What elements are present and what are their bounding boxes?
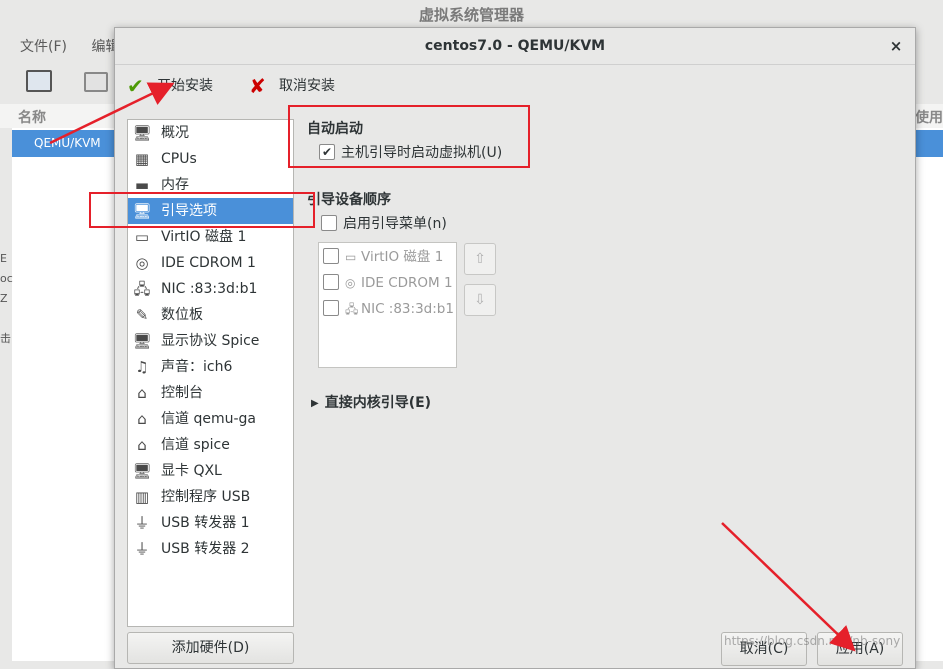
sound-icon: ♫	[135, 358, 149, 376]
network-icon: 🖧	[133, 280, 151, 298]
boot-order-title: 引导设备顺序	[307, 192, 391, 208]
enable-boot-menu-row[interactable]: 启用引导菜单(n)	[321, 213, 447, 235]
background-menubar: 文件(F) 编辑	[0, 36, 119, 58]
expander-arrow-icon: ▶	[311, 397, 319, 409]
left-fragment: oc	[0, 272, 13, 285]
column-usage[interactable]: 使用	[915, 107, 943, 127]
sidebar-item-label: 信道 spice	[161, 437, 230, 453]
boot-device-item[interactable]: 🖧 NIC :83:3d:b1	[323, 297, 454, 321]
channel-icon: ⌂	[137, 436, 147, 454]
close-icon[interactable]: ×	[885, 28, 907, 64]
cdrom-icon: ◎	[135, 254, 149, 272]
sidebar-item-label: 声音：ich6	[161, 359, 233, 375]
enable-boot-menu-checkbox[interactable]	[321, 215, 337, 231]
boot-device-icon: ▭	[345, 250, 357, 264]
add-hardware-button[interactable]: 添加硬件(D)	[127, 632, 294, 664]
background-window-title: 虚拟系统管理器	[0, 0, 943, 30]
enable-boot-menu-label: 启用引导菜单(n)	[343, 216, 447, 232]
sidebar-item[interactable]: ▥ 控制程序 USB	[128, 484, 293, 510]
checkmark-icon: ✔	[127, 74, 144, 98]
boot-device-item[interactable]: ◎ IDE CDROM 1	[323, 271, 453, 295]
sidebar-item-label: IDE CDROM 1	[161, 255, 256, 271]
usb-icon: ⏚	[134, 540, 150, 558]
sidebar-item-label: 信道 qemu-ga	[161, 411, 256, 427]
sidebar-item[interactable]: ⌂ 信道 qemu-ga	[128, 406, 293, 432]
cancel-install-label: 取消安装	[279, 78, 335, 94]
boot-device-label: NIC :83:3d:b1	[361, 301, 454, 317]
begin-install-button[interactable]: ✔ 开始安装	[127, 72, 213, 100]
boot-device-list: ▭ VirtIO 磁盘 1 ◎ IDE CDROM 1 🖧 NIC :83:3d:b1	[318, 242, 457, 368]
sidebar-item-label: 数位板	[161, 307, 203, 323]
cancel-install-button[interactable]: ✘ 取消安装	[249, 72, 335, 100]
sidebar-item-label: 显示协议 Spice	[161, 333, 260, 349]
new-vm-icon[interactable]	[26, 70, 52, 92]
sidebar-item-label: 控制程序 USB	[161, 489, 251, 505]
begin-install-label: 开始安装	[157, 78, 213, 94]
move-up-button[interactable]: ⇧	[464, 243, 496, 275]
sidebar-item[interactable]: 🖥 显示协议 Spice	[128, 328, 293, 354]
cpu-icon: ▦	[134, 150, 150, 168]
sidebar-item[interactable]: 🖧 NIC :83:3d:b1	[128, 276, 293, 302]
boot-device-icon: 🖧	[345, 302, 359, 316]
open-console-icon[interactable]	[84, 72, 108, 92]
left-fragment: Z	[0, 292, 8, 305]
sidebar-item[interactable]: ♫ 声音：ich6	[128, 354, 293, 380]
sidebar-item[interactable]: ⏚ USB 转发器 2	[128, 536, 293, 562]
annotation-box-autostart	[288, 105, 530, 168]
boot-device-checkbox[interactable]	[323, 248, 339, 264]
video-card-icon: 🖥	[132, 462, 152, 480]
boot-device-label: IDE CDROM 1	[361, 275, 453, 291]
boot-device-checkbox[interactable]	[323, 274, 339, 290]
annotation-box-boot-options	[89, 192, 315, 228]
watermark: https://blog.csdn.net/nb-sony	[724, 634, 901, 648]
sidebar-item-label: 显卡 QXL	[161, 463, 222, 479]
menu-file[interactable]: 文件(F)	[20, 36, 67, 56]
sidebar-item[interactable]: ⏚ USB 转发器 1	[128, 510, 293, 536]
sidebar-item-label: 控制台	[161, 385, 203, 401]
sidebar-item[interactable]: 🖥 概况	[128, 120, 293, 146]
boot-device-icon: ◎	[345, 276, 356, 290]
boot-device-item[interactable]: ▭ VirtIO 磁盘 1	[323, 245, 443, 269]
channel-icon: ⌂	[137, 410, 147, 428]
left-fragment: E	[0, 252, 7, 265]
sidebar-item[interactable]: ✎ 数位板	[128, 302, 293, 328]
monitor-icon: 🖥	[132, 124, 152, 142]
boot-device-label: VirtIO 磁盘 1	[361, 249, 444, 265]
sidebar-item[interactable]: ⌂ 信道 spice	[128, 432, 293, 458]
sidebar-item[interactable]: ◎ IDE CDROM 1	[128, 250, 293, 276]
move-down-button[interactable]: ⇩	[464, 284, 496, 316]
sidebar-item-label: USB 转发器 1	[161, 515, 250, 531]
sidebar-item-label: 概况	[161, 125, 189, 141]
sidebar-item-label: CPUs	[161, 151, 197, 167]
display-icon: 🖥	[132, 332, 152, 350]
column-name[interactable]: 名称	[18, 107, 46, 127]
sidebar-item[interactable]: ▦ CPUs	[128, 146, 293, 172]
console-icon: ⌂	[137, 384, 147, 402]
left-fragment: 击	[0, 332, 11, 345]
direct-kernel-boot-label: 直接内核引导(E)	[324, 395, 432, 411]
dialog-title: centos7.0 - QEMU/KVM	[115, 28, 915, 65]
boot-device-checkbox[interactable]	[323, 300, 339, 316]
background-left-strip: E oc Z 击	[0, 128, 13, 661]
sidebar-item-label: NIC :83:3d:b1	[161, 281, 258, 297]
cancel-x-icon: ✘	[249, 74, 266, 98]
connection-label: QEMU/KVM	[34, 136, 101, 150]
tablet-icon: ✎	[135, 306, 149, 324]
sidebar-item[interactable]: 🖥 显卡 QXL	[128, 458, 293, 484]
sidebar-item[interactable]: ⌂ 控制台	[128, 380, 293, 406]
disk-icon: ▭	[134, 228, 150, 246]
sidebar-item-label: USB 转发器 2	[161, 541, 250, 557]
direct-kernel-boot-expander[interactable]: ▶ 直接内核引导(E)	[311, 392, 431, 412]
controller-icon: ▥	[134, 488, 150, 506]
usb-icon: ⏚	[134, 514, 150, 532]
